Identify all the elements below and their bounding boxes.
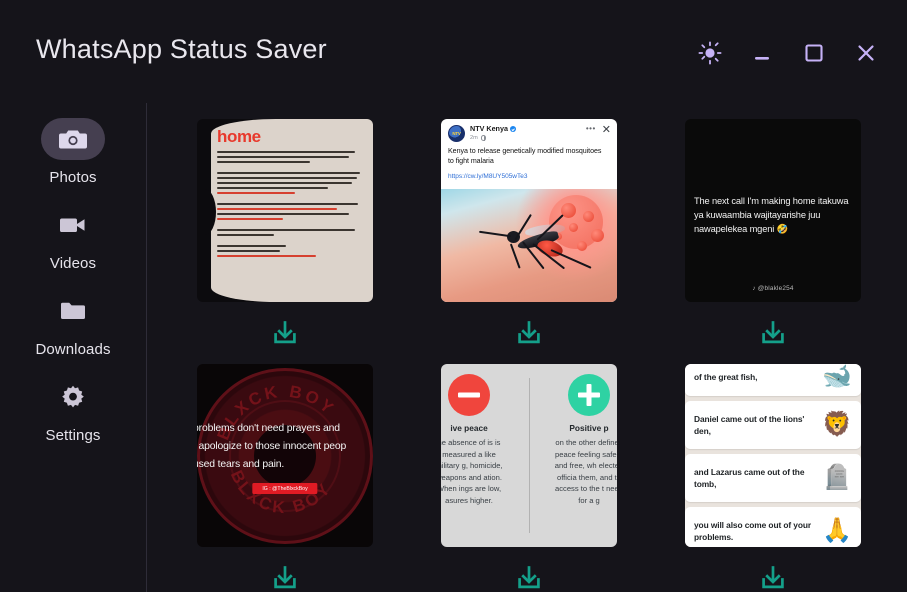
status-thumbnail-4[interactable]: BLXCK BOY BLXCK BOY problems don't need …: [197, 364, 373, 547]
sidebar-item-settings-pill: [41, 376, 105, 418]
status-grid: home NTV NTV Kenya 2m ••• ✕ Kenya to rel…: [197, 119, 877, 592]
lion-emoji: 🦁: [822, 411, 852, 438]
status-6-bubble-1: of the great fish, 🐋: [685, 364, 861, 396]
dismiss-icon[interactable]: ✕: [602, 125, 611, 136]
status-2-timestamp: 2m: [470, 134, 478, 141]
verified-badge-icon: [509, 125, 516, 132]
status-gallery: home NTV NTV Kenya 2m ••• ✕ Kenya to rel…: [147, 103, 907, 592]
headstone-emoji: 🪦: [822, 464, 852, 491]
sidebar-item-photos[interactable]: Photos: [18, 118, 128, 186]
status-4-text: problems don't need prayers and I apolog…: [197, 420, 373, 474]
download-icon: [762, 321, 784, 344]
maximize-icon: [805, 44, 823, 62]
globe-icon: [480, 135, 487, 142]
status-5-right-heading: Positive p: [569, 423, 609, 433]
sidebar-item-photos-label: Photos: [49, 169, 97, 186]
status-1-title: home: [217, 127, 261, 146]
sidebar-item-settings[interactable]: Settings: [18, 376, 128, 444]
sidebar-item-videos-label: Videos: [49, 255, 97, 272]
more-options-icon[interactable]: •••: [586, 125, 596, 133]
status-4-line-3: used tears and pain.: [197, 458, 285, 470]
status-card: NTV Kenya 2m ••• ✕: [441, 119, 617, 364]
status-4-line-2: I apologize to those innocent peop: [197, 440, 347, 452]
download-button-1[interactable]: [271, 302, 299, 364]
status-6-bubble-4: you will also come out of your problems.…: [685, 507, 861, 547]
close-icon: [858, 45, 874, 61]
download-button-6[interactable]: [759, 547, 787, 592]
download-button-2[interactable]: [515, 302, 543, 364]
status-6-bubble-3: and Lazarus came out of the tomb, 🪦: [685, 454, 861, 502]
download-icon: [518, 566, 540, 589]
tiktok-note-icon: ♪: [752, 285, 756, 292]
camera-icon: [59, 130, 87, 149]
mosquito-photo: [441, 189, 617, 302]
maximize-button[interactable]: [799, 38, 829, 68]
status-2-link[interactable]: https://cw.ly/M8UY505wTe3: [441, 167, 617, 187]
status-2-text: Kenya to release genetically modified mo…: [448, 147, 602, 166]
download-icon: [274, 566, 296, 589]
sidebar-item-videos[interactable]: Videos: [18, 204, 128, 272]
status-5-left-body: he absence of is is measured a like mili…: [441, 438, 503, 505]
folder-icon: [61, 302, 85, 319]
status-3-text: The next call I'm making home itakuwa ya…: [694, 196, 849, 234]
sidebar-item-settings-label: Settings: [45, 427, 101, 444]
sidebar-item-downloads-label: Downloads: [35, 341, 111, 358]
ntv-avatar: [448, 125, 465, 142]
status-5-right-body: on the other defines peace feeling safe …: [554, 438, 617, 505]
praying-hands-emoji: 🙏: [822, 517, 852, 544]
minimize-icon: [755, 57, 769, 60]
infographic-divider: [529, 378, 531, 533]
status-card: The next call I'm making home itakuwa ya…: [685, 119, 861, 364]
status-2-account: NTV Kenya: [470, 124, 508, 133]
body-area: Photos Videos Downloads Settings home NT…: [0, 103, 907, 592]
title-bar: WhatsApp Status Saver: [0, 0, 907, 103]
gear-icon: [62, 385, 84, 408]
download-button-3[interactable]: [759, 302, 787, 364]
status-thumbnail-5[interactable]: ive peace he absence of is is measured a…: [441, 364, 617, 547]
download-icon: [518, 321, 540, 344]
status-card: ive peace he absence of is is measured a…: [441, 364, 617, 592]
close-button[interactable]: [851, 38, 881, 68]
theme-toggle-button[interactable]: [695, 38, 725, 68]
sidebar: Photos Videos Downloads Settings: [0, 103, 147, 592]
minus-icon: [448, 374, 490, 416]
status-card: home: [197, 119, 373, 364]
sidebar-item-downloads-pill: [41, 290, 105, 332]
video-icon: [60, 218, 85, 232]
plus-icon: [568, 374, 610, 416]
whale-emoji: 🐋: [822, 364, 852, 390]
sidebar-item-videos-pill: [41, 204, 105, 246]
download-icon: [274, 321, 296, 344]
page-title: WhatsApp Status Saver: [36, 34, 327, 64]
sidebar-item-photos-pill: [41, 118, 105, 160]
window-controls: [695, 36, 881, 68]
status-card: of the great fish, 🐋 Daniel came out of …: [685, 364, 861, 592]
status-thumbnail-3[interactable]: The next call I'm making home itakuwa ya…: [685, 119, 861, 302]
status-5-left-heading: ive peace: [450, 423, 488, 433]
status-thumbnail-6[interactable]: of the great fish, 🐋 Daniel came out of …: [685, 364, 861, 547]
status-thumbnail-2[interactable]: NTV Kenya 2m ••• ✕: [441, 119, 617, 302]
status-3-watermark: ♪ @blakle254: [752, 285, 794, 292]
download-button-5[interactable]: [515, 547, 543, 592]
download-icon: [762, 566, 784, 589]
minimize-button[interactable]: [747, 38, 777, 68]
sun-icon: [698, 41, 722, 65]
status-4-tag: IG : @TheBlxckBoy: [252, 483, 318, 494]
status-4-line-1: problems don't need prayers and: [197, 423, 340, 434]
app-window: WhatsApp Status Saver Photos Videos Down…: [0, 0, 907, 592]
status-thumbnail-1[interactable]: home: [197, 119, 373, 302]
download-button-4[interactable]: [271, 547, 299, 592]
status-card: BLXCK BOY BLXCK BOY problems don't need …: [197, 364, 373, 592]
status-6-bubble-2: Daniel came out of the lions' den, 🦁: [685, 401, 861, 449]
sidebar-item-downloads[interactable]: Downloads: [18, 290, 128, 358]
